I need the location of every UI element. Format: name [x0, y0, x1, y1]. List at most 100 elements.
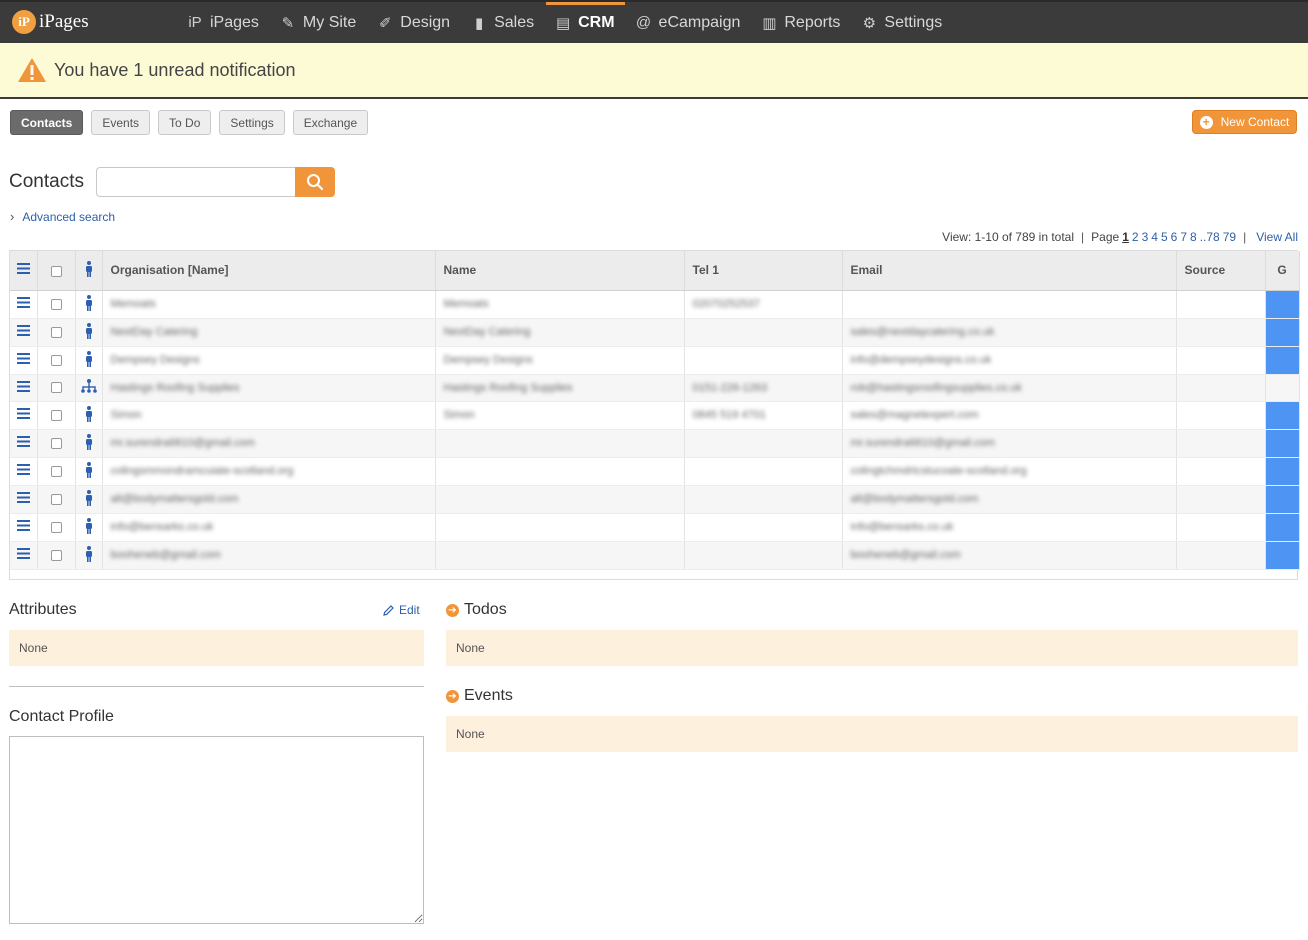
page-link[interactable]: 8: [1190, 230, 1197, 244]
table-row[interactable]: Memoats Memoats 02070252537: [10, 290, 1300, 319]
col-header-g[interactable]: G: [1265, 251, 1300, 291]
cell-email[interactable]: rob@hastingsroofingsupplies.co.uk: [842, 374, 1177, 402]
nav-sales[interactable]: ▮ Sales: [470, 2, 534, 43]
advanced-search-link[interactable]: › Advanced search: [10, 209, 115, 224]
nav-design[interactable]: ✐ Design: [376, 2, 450, 43]
page-link[interactable]: 3: [1142, 230, 1149, 244]
row-checkbox[interactable]: [50, 465, 62, 477]
view-all-link[interactable]: View All: [1256, 230, 1298, 244]
row-checkbox[interactable]: [50, 521, 62, 533]
table-row[interactable]: Simon Simon 0845 519 4701 sales@magnetexper…: [10, 401, 1300, 430]
cell-organisation[interactable]: Hastings Roofing Supplies: [102, 374, 436, 402]
search-button[interactable]: [295, 167, 335, 197]
cell-name[interactable]: Dempsey Designs: [435, 346, 685, 375]
row-menu-cell[interactable]: [10, 374, 38, 402]
attributes-edit-link[interactable]: Edit: [382, 603, 420, 617]
row-checkbox[interactable]: [50, 437, 62, 449]
cell-organisation[interactable]: alt@bodymattersgold.com: [102, 485, 436, 514]
subtab-exchange[interactable]: Exchange: [292, 110, 369, 135]
cell-email[interactable]: mr.surendra6810@gmail.com: [842, 429, 1177, 458]
contact-search-input[interactable]: [96, 167, 296, 197]
cell-email[interactable]: booheneb@gmail.com: [842, 541, 1177, 570]
cell-email[interactable]: sales@nextdaycatering.co.uk: [842, 318, 1177, 347]
select-all-header[interactable]: [37, 251, 76, 291]
new-contact-button[interactable]: + New Contact: [1192, 110, 1297, 134]
cell-tel[interactable]: [684, 485, 843, 514]
cell-name[interactable]: [435, 541, 685, 570]
col-header-email[interactable]: Email: [842, 251, 1177, 291]
row-menu-cell[interactable]: [10, 457, 38, 486]
cell-organisation[interactable]: NextDay Catering: [102, 318, 436, 347]
page-link[interactable]: 5: [1161, 230, 1168, 244]
col-header-source[interactable]: Source: [1176, 251, 1266, 291]
cell-tel[interactable]: [684, 429, 843, 458]
cell-organisation[interactable]: Memoats: [102, 290, 436, 319]
row-select-cell[interactable]: [37, 485, 76, 514]
page-link[interactable]: 1: [1122, 230, 1129, 244]
nav-ecampaign[interactable]: @ eCampaign: [635, 2, 740, 43]
row-checkbox[interactable]: [50, 298, 62, 310]
notification-banner[interactable]: You have 1 unread notification: [0, 43, 1308, 99]
page-link[interactable]: 4: [1151, 230, 1158, 244]
cell-organisation[interactable]: Dempsey Designs: [102, 346, 436, 375]
cell-name[interactable]: Memoats: [435, 290, 685, 319]
row-menu-cell[interactable]: [10, 485, 38, 514]
row-menu-cell[interactable]: [10, 513, 38, 542]
col-header-tel[interactable]: Tel 1: [684, 251, 843, 291]
row-select-cell[interactable]: [37, 401, 76, 430]
cell-tel[interactable]: [684, 457, 843, 486]
row-select-cell[interactable]: [37, 429, 76, 458]
table-row[interactable]: colingsmmondramcuiate-scotland.org coling…: [10, 457, 1300, 486]
cell-name[interactable]: [435, 457, 685, 486]
row-select-cell[interactable]: [37, 374, 76, 402]
row-menu-cell[interactable]: [10, 318, 38, 347]
page-link[interactable]: 79: [1223, 230, 1236, 244]
table-row[interactable]: mr.surendra6810@gmail.com mr.surendra6810…: [10, 429, 1300, 458]
row-checkbox[interactable]: [50, 354, 62, 366]
cell-organisation[interactable]: booheneb@gmail.com: [102, 541, 436, 570]
cell-email[interactable]: info@bensarks.co.uk: [842, 513, 1177, 542]
cell-name[interactable]: [435, 429, 685, 458]
cell-email[interactable]: info@dempseydesigns.co.uk: [842, 346, 1177, 375]
row-menu-cell[interactable]: [10, 401, 38, 430]
table-row[interactable]: booheneb@gmail.com booheneb@gmail.com: [10, 541, 1300, 570]
cell-email[interactable]: sales@magnetexpert.com: [842, 401, 1177, 430]
row-menu-cell[interactable]: [10, 541, 38, 570]
row-select-cell[interactable]: [37, 541, 76, 570]
cell-organisation[interactable]: info@bensarks.co.uk: [102, 513, 436, 542]
table-row[interactable]: Hastings Roofing Supplies Hastings Roofin…: [10, 374, 1300, 402]
cell-tel[interactable]: [684, 318, 843, 347]
row-select-cell[interactable]: [37, 457, 76, 486]
row-checkbox[interactable]: [50, 493, 62, 505]
subtab-contacts[interactable]: Contacts: [10, 110, 84, 135]
cell-tel[interactable]: 0151-226-1263: [684, 374, 843, 402]
subtab-settings[interactable]: Settings: [219, 110, 285, 135]
cell-organisation[interactable]: mr.surendra6810@gmail.com: [102, 429, 436, 458]
cell-organisation[interactable]: Simon: [102, 401, 436, 430]
cell-email[interactable]: alt@bodymattersgold.com: [842, 485, 1177, 514]
table-row[interactable]: NextDay Catering NextDay Catering sales@ne…: [10, 318, 1300, 347]
cell-organisation[interactable]: colingsmmondramcuiate-scotland.org: [102, 457, 436, 486]
row-select-cell[interactable]: [37, 290, 76, 319]
page-link[interactable]: 2: [1132, 230, 1139, 244]
subtab-to-do[interactable]: To Do: [158, 110, 212, 135]
row-checkbox[interactable]: [50, 382, 62, 394]
cell-name[interactable]: [435, 485, 685, 514]
todos-heading[interactable]: ➔ Todos: [446, 601, 507, 619]
cell-name[interactable]: [435, 513, 685, 542]
row-select-cell[interactable]: [37, 346, 76, 375]
row-menu-cell[interactable]: [10, 429, 38, 458]
table-row[interactable]: Dempsey Designs Dempsey Designs info@demps…: [10, 346, 1300, 375]
cell-email[interactable]: [842, 290, 1177, 319]
page-link[interactable]: 7: [1180, 230, 1187, 244]
cell-name[interactable]: Simon: [435, 401, 685, 430]
table-row[interactable]: alt@bodymattersgold.com alt@bodymattersgo…: [10, 485, 1300, 514]
cell-tel[interactable]: [684, 541, 843, 570]
ipages-logo[interactable]: iP iPages: [12, 10, 89, 34]
column-menu-header[interactable]: [10, 251, 38, 291]
select-all-checkbox[interactable]: [50, 265, 62, 277]
row-checkbox[interactable]: [50, 326, 62, 338]
nav-reports[interactable]: ▥ Reports: [760, 2, 840, 43]
cell-tel[interactable]: [684, 346, 843, 375]
events-heading[interactable]: ➔ Events: [446, 687, 513, 705]
